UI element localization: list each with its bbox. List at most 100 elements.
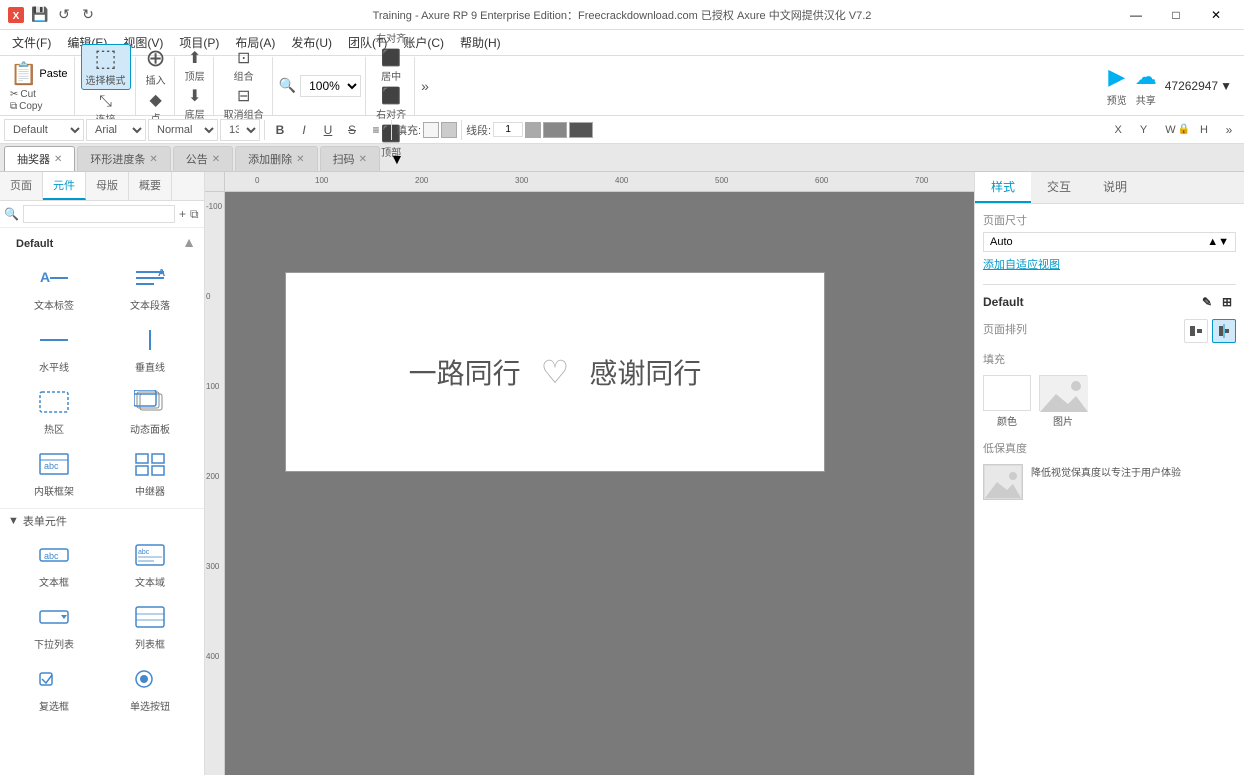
widget-textbox[interactable]: abc 文本框: [8, 537, 100, 595]
widget-text-para[interactable]: A 文本段落: [104, 260, 196, 318]
undo-icon[interactable]: ↺: [56, 7, 72, 23]
menu-file[interactable]: 文件(F): [4, 32, 59, 54]
ungroup-button[interactable]: ⊟ 取消组合: [220, 87, 268, 123]
section-action-add[interactable]: ⊞: [1218, 293, 1236, 311]
fill-color-box2[interactable]: [441, 122, 457, 138]
cut-button[interactable]: ✂ Cut: [8, 89, 38, 100]
more-toolbar-button[interactable]: »: [417, 74, 433, 98]
line-color-box2[interactable]: [543, 122, 567, 138]
text-para-icon: A: [134, 266, 166, 295]
align-center-button[interactable]: ⬛ 居中: [377, 49, 405, 85]
zoom-select[interactable]: 100% 50% 75% 150% 200%: [300, 75, 361, 97]
search-input[interactable]: [23, 205, 175, 223]
menu-publish[interactable]: 发布(U): [283, 32, 340, 54]
right-panel: 样式 交互 说明 页面尺寸 Auto ▲▼ 添加自适应视图 Default: [974, 172, 1244, 775]
widget-textarea[interactable]: abc 文本域: [104, 537, 196, 595]
tab-lottery[interactable]: 抽奖器 ✕: [4, 146, 75, 171]
tab-lottery-close[interactable]: ✕: [54, 154, 62, 165]
tab-notice[interactable]: 公告 ✕: [173, 146, 233, 171]
fill-color-box1[interactable]: [423, 122, 439, 138]
bold-button[interactable]: B: [269, 119, 291, 141]
close-button[interactable]: ✕: [1196, 0, 1236, 30]
share-group[interactable]: ☁ 共享: [1135, 64, 1157, 107]
left-tab-pages[interactable]: 页面: [0, 172, 43, 200]
layer-group: ⬆ 顶层 ⬇ 底层: [177, 57, 214, 115]
save-icon[interactable]: 💾: [32, 7, 48, 23]
strikethrough-button[interactable]: S: [341, 119, 363, 141]
canvas-text-right: 感谢同行: [589, 352, 701, 392]
section-action-edit[interactable]: ✎: [1198, 293, 1216, 311]
fmt-more-button[interactable]: »: [1218, 119, 1240, 141]
widget-text-label[interactable]: A 文本标签: [8, 260, 100, 318]
style-select[interactable]: Default: [4, 119, 84, 141]
project-id[interactable]: 47262947 ▼: [1165, 79, 1232, 93]
widget-dropdown[interactable]: 下拉列表: [8, 599, 100, 657]
left-tab-widgets[interactable]: 元件: [43, 172, 86, 200]
left-tab-masters[interactable]: 母版: [86, 172, 129, 200]
widget-hotspot[interactable]: 热区: [8, 384, 100, 442]
widget-radio[interactable]: 单选按钮: [104, 661, 196, 719]
widget-repeater[interactable]: 中继器: [104, 446, 196, 504]
add-adaptive-link[interactable]: 添加自适应视图: [983, 256, 1236, 272]
left-tab-outline[interactable]: 概要: [129, 172, 172, 200]
right-tab-style[interactable]: 样式: [975, 172, 1031, 203]
top-layer-button[interactable]: ⬆ 顶层: [181, 49, 209, 85]
tab-add-delete[interactable]: 添加删除 ✕: [235, 146, 317, 171]
widget-group-collapse[interactable]: ▲: [182, 234, 196, 250]
fill-color-item[interactable]: 颜色: [983, 375, 1031, 428]
widget-checkbox[interactable]: 复选框: [8, 661, 100, 719]
widget-hline[interactable]: 水平线: [8, 322, 100, 380]
font-select[interactable]: Arial: [86, 119, 146, 141]
textarea-label: 文本域: [135, 574, 165, 589]
copy-button[interactable]: ⧉ Copy: [8, 101, 45, 112]
zoom-search-icon: 🔍: [279, 77, 296, 94]
canvas-page[interactable]: 一路同行 ♡ 感谢同行: [285, 272, 825, 472]
size-select[interactable]: 13: [220, 119, 260, 141]
select-mode-button[interactable]: ⬚ 选择模式: [81, 44, 131, 90]
line-color-box1[interactable]: [525, 122, 541, 138]
tab-notice-close[interactable]: ✕: [212, 154, 220, 165]
tabs-more-button[interactable]: ▼: [382, 147, 412, 171]
page-size-select[interactable]: Auto ▲▼: [983, 232, 1236, 252]
right-tab-note[interactable]: 说明: [1087, 172, 1143, 203]
paste-button[interactable]: 📋 Paste: [8, 60, 70, 88]
canvas-content[interactable]: 一路同行 ♡ 感谢同行: [225, 192, 974, 775]
menu-help[interactable]: 帮助(H): [452, 32, 509, 54]
adaptive-link-text[interactable]: 添加自适应视图: [983, 259, 1060, 271]
widget-vline[interactable]: 垂直线: [104, 322, 196, 380]
weight-select[interactable]: Normal: [148, 119, 218, 141]
italic-button[interactable]: I: [293, 119, 315, 141]
copy-widget-button[interactable]: ⧉: [190, 205, 199, 223]
arrange-left-button[interactable]: [1184, 319, 1208, 343]
line-color-box3[interactable]: [569, 122, 593, 138]
tab-add-delete-close[interactable]: ✕: [296, 154, 304, 165]
widget-dynamic-panel[interactable]: 动态面板: [104, 384, 196, 442]
preview-group[interactable]: ▶ 预览: [1107, 64, 1127, 107]
redo-icon[interactable]: ↻: [80, 7, 96, 23]
share-icon: ☁: [1135, 64, 1157, 90]
tab-scan[interactable]: 扫码 ✕: [320, 146, 380, 171]
insert-button[interactable]: ⊕ 插入: [142, 45, 170, 89]
add-widget-button[interactable]: +: [179, 205, 186, 223]
more-widget-button[interactable]: ⋮: [203, 205, 204, 223]
widget-listbox[interactable]: 列表框: [104, 599, 196, 657]
ruler-mark-0: 0: [255, 176, 259, 185]
minimize-button[interactable]: —: [1116, 0, 1156, 30]
group-icon: ⊡: [237, 51, 250, 67]
list-button[interactable]: ≡: [365, 119, 387, 141]
tab-ring-progress-close[interactable]: ✕: [149, 154, 157, 165]
widget-inline-frame[interactable]: abc 内联框架: [8, 446, 100, 504]
underline-button[interactable]: U: [317, 119, 339, 141]
line-input[interactable]: [493, 122, 523, 137]
align-right-button[interactable]: ⬛ 右对齐: [372, 87, 410, 123]
form-widgets-section[interactable]: ▼ 表单元件: [0, 508, 204, 533]
tab-scan-close[interactable]: ✕: [359, 154, 367, 165]
group-button[interactable]: ⊡ 组合: [230, 49, 258, 85]
bottom-layer-button[interactable]: ⬇ 底层: [181, 87, 209, 123]
maximize-button[interactable]: □: [1156, 0, 1196, 30]
right-tab-interaction[interactable]: 交互: [1031, 172, 1087, 203]
svg-text:abc: abc: [44, 551, 59, 561]
tab-ring-progress[interactable]: 环形进度条 ✕: [77, 146, 170, 171]
fill-image-item[interactable]: 图片: [1039, 375, 1087, 428]
arrange-center-button[interactable]: [1212, 319, 1236, 343]
